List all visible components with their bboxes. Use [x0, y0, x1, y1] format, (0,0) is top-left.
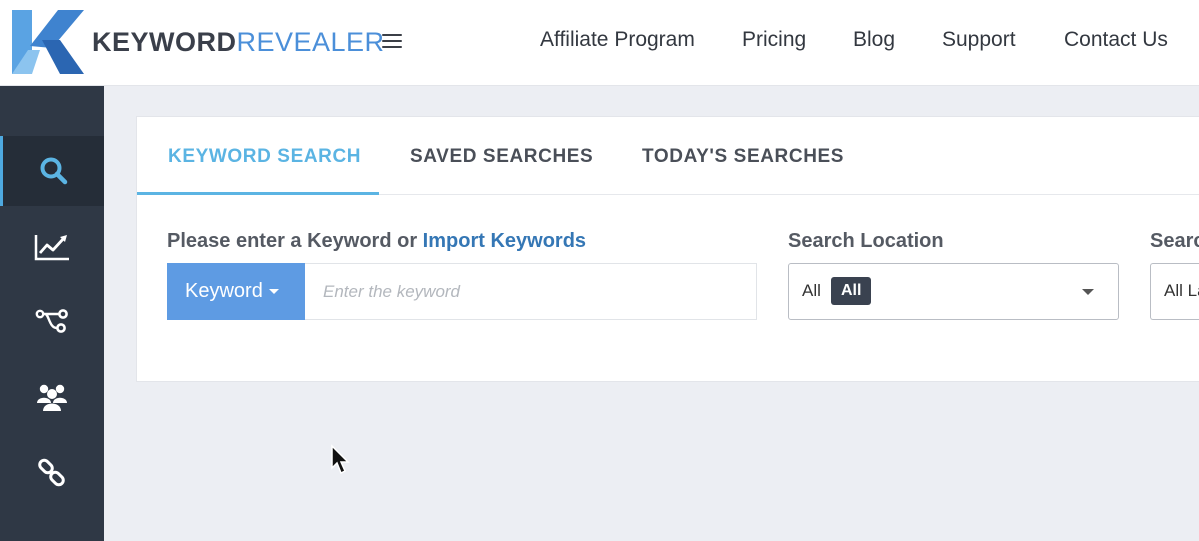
hamburger-menu-icon[interactable]: [380, 30, 404, 50]
location-select-text: All: [802, 281, 821, 300]
left-sidebar: [0, 86, 104, 541]
brand-part-keyword: KEYWORD: [92, 27, 237, 57]
tab-todays-searches[interactable]: TODAY'S SEARCHES: [642, 145, 844, 169]
nav-pricing[interactable]: Pricing: [742, 26, 806, 54]
branch-nodes-icon: [35, 309, 68, 333]
caret-down-icon: [268, 289, 279, 295]
active-tab-underline: [137, 192, 379, 195]
keyword-type-dropdown-button[interactable]: Keyword: [167, 263, 305, 320]
tab-saved-searches[interactable]: SAVED SEARCHES: [410, 145, 593, 169]
tab-keyword-search[interactable]: KEYWORD SEARCH: [168, 145, 361, 169]
keywordrevealer-k-logo[interactable]: [12, 10, 84, 74]
sidebar-item-backlinks[interactable]: [0, 438, 104, 508]
brand-wordmark[interactable]: KEYWORDREVEALER: [92, 26, 385, 58]
language-select-text: All Languages: [1164, 281, 1199, 300]
location-selected-badge[interactable]: All: [831, 277, 872, 305]
search-location-select[interactable]: All All: [788, 263, 1119, 320]
search-language-select[interactable]: All Languages: [1150, 263, 1199, 320]
sidebar-item-site-audit[interactable]: [0, 286, 104, 356]
chevron-down-icon: [1082, 289, 1094, 295]
import-keywords-link[interactable]: Import Keywords: [423, 230, 586, 252]
brand-part-revealer: REVEALER: [236, 27, 385, 57]
line-chart-icon: [34, 235, 69, 261]
top-header: KEYWORDREVEALER Affiliate Program Pricin…: [0, 0, 1199, 86]
sidebar-item-competitors[interactable]: [0, 362, 104, 432]
nav-blog[interactable]: Blog: [853, 26, 895, 54]
keyword-search-panel: KEYWORD SEARCH SAVED SEARCHES TODAY'S SE…: [136, 116, 1199, 382]
chain-link-icon: [38, 458, 65, 487]
search-language-label: Search Language: [1150, 230, 1199, 252]
keyword-label-text: Please enter a Keyword or: [167, 230, 423, 252]
sidebar-item-keyword-search[interactable]: [0, 136, 104, 206]
nav-support[interactable]: Support: [942, 26, 1016, 54]
users-group-icon: [37, 384, 67, 411]
keyword-field-label: Please enter a Keyword or Import Keyword…: [167, 229, 586, 253]
mouse-pointer-icon: [331, 444, 350, 475]
search-location-label: Search Location: [788, 230, 944, 252]
sidebar-item-rank-tracker[interactable]: [0, 212, 104, 282]
search-icon: [40, 157, 67, 185]
search-tabs: KEYWORD SEARCH SAVED SEARCHES TODAY'S SE…: [137, 117, 1199, 195]
keyword-type-label: Keyword: [185, 280, 263, 302]
nav-contact-us[interactable]: Contact Us: [1064, 26, 1168, 54]
keyword-input[interactable]: [305, 263, 757, 320]
nav-affiliate-program[interactable]: Affiliate Program: [540, 26, 695, 54]
